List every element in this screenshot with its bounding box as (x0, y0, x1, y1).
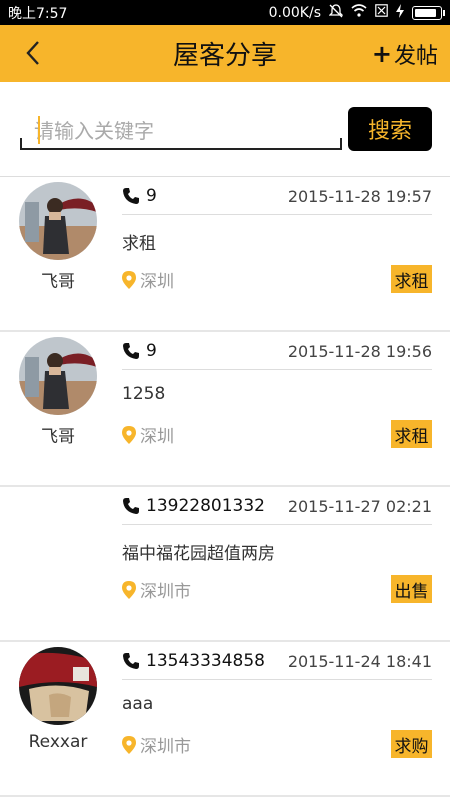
avatar[interactable] (19, 337, 97, 415)
phone-icon (122, 187, 140, 205)
listing-item[interactable]: 13922801332 2015-11-27 02:21 福中福花园超值两房 深… (0, 487, 450, 642)
status-time: 晚上7:57 (8, 5, 68, 22)
avatar[interactable] (19, 182, 97, 260)
phone-icon (122, 497, 140, 515)
phone-icon (122, 342, 140, 360)
location-pin-icon (122, 735, 136, 754)
divider (122, 214, 432, 215)
listing-item[interactable]: Rexxar 13543334858 2015-11-24 18:41 aaa … (0, 642, 450, 797)
phone-number[interactable]: 13922801332 (146, 496, 288, 516)
username: Rexxar (28, 732, 88, 752)
location-pin-icon (122, 580, 136, 599)
phone-number[interactable]: 9 (146, 186, 288, 206)
divider (122, 679, 432, 680)
listing-item[interactable]: 飞哥 9 2015-11-28 19:56 1258 深圳 求租 (0, 332, 450, 487)
search-field[interactable] (20, 112, 342, 150)
sim-icon (375, 4, 388, 21)
category-tag: 求购 (391, 730, 432, 758)
location-text: 深圳 (140, 272, 174, 292)
listing-content: aaa (122, 694, 154, 714)
page-title: 屋客分享 (172, 41, 277, 71)
status-bar: 晚上7:57 0.00K/s (0, 0, 450, 25)
wifi-icon (351, 4, 367, 21)
phone-number[interactable]: 13543334858 (146, 651, 288, 671)
post-date: 2015-11-28 19:56 (287, 341, 432, 361)
phone-number[interactable]: 9 (146, 341, 288, 361)
category-tag: 求租 (391, 420, 432, 448)
plus-icon: + (371, 39, 392, 68)
listing-list: 飞哥 9 2015-11-28 19:57 求租 深圳 求租 飞哥 9 2015… (0, 177, 450, 797)
post-date: 2015-11-27 02:21 (287, 496, 432, 516)
post-button-label: 发帖 (393, 43, 438, 69)
search-input[interactable] (34, 116, 334, 146)
battery-icon (412, 5, 445, 20)
charging-icon (396, 3, 404, 22)
post-button[interactable]: + 发帖 (372, 25, 438, 82)
location-pin-icon (122, 270, 136, 289)
back-button[interactable] (18, 37, 48, 69)
username: 飞哥 (41, 272, 75, 292)
username: 飞哥 (41, 427, 75, 447)
listing-content: 福中福花园超值两房 (122, 544, 275, 564)
divider (122, 524, 432, 525)
post-date: 2015-11-24 18:41 (287, 651, 432, 671)
category-tag: 出售 (391, 575, 432, 603)
location-text: 深圳市 (140, 737, 191, 757)
search-button[interactable]: 搜索 (348, 107, 432, 151)
divider (122, 369, 432, 370)
location-pin-icon (122, 425, 136, 444)
post-date: 2015-11-28 19:57 (287, 186, 432, 206)
phone-icon (122, 652, 140, 670)
mute-icon (328, 3, 344, 22)
network-speed: 0.00K/s (268, 4, 321, 21)
avatar[interactable] (19, 647, 97, 725)
listing-content: 求租 (122, 234, 156, 254)
location-text: 深圳 (140, 427, 174, 447)
chevron-left-icon (26, 41, 39, 65)
listing-item[interactable]: 飞哥 9 2015-11-28 19:57 求租 深圳 求租 (0, 177, 450, 332)
app-header: 屋客分享 + 发帖 (0, 25, 450, 82)
location-text: 深圳市 (140, 582, 191, 602)
text-cursor (38, 116, 40, 144)
category-tag: 求租 (391, 265, 432, 293)
listing-content: 1258 (122, 384, 166, 404)
